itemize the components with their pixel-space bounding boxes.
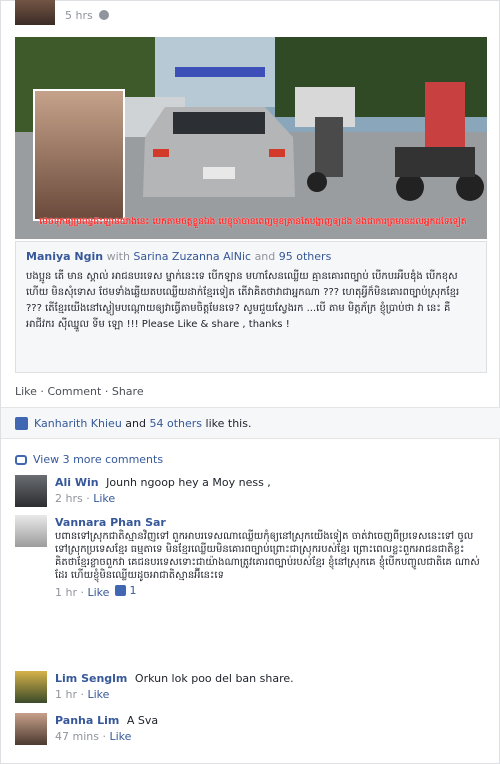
view-more-comments-link[interactable]: View 3 more comments <box>33 453 163 466</box>
comment-bubble-icon <box>15 454 27 465</box>
comment-item: Vannara Phan Sar បពានទៅស្រុកជាតិស្មានវិញ… <box>15 515 485 600</box>
comment-like-link[interactable]: Like <box>88 688 110 701</box>
and-text: and <box>254 250 276 263</box>
tagged-line: Maniya Ngin with Sarina Zuzanna AlNic an… <box>26 250 476 263</box>
comment-like-link[interactable]: Like <box>109 730 131 743</box>
post-caption: បងប្អូន តើ មាន ស្គាល់ អាជនបរទេស ម្នាក់នេ… <box>26 271 460 330</box>
author-avatar[interactable] <box>15 0 55 25</box>
comment-time[interactable]: 1 hr <box>55 688 77 701</box>
comment-text: Jounh ngoop hey a Moy ness , <box>106 476 271 489</box>
post-details: Maniya Ngin with Sarina Zuzanna AlNic an… <box>15 241 487 373</box>
globe-icon <box>98 10 109 20</box>
author-name-link[interactable]: Maniya Ngin <box>26 250 103 263</box>
photo-tagline: ម៉េចទុកឲ្យប្រពន្ធជិះឡានយ៉ាងនេះ បើកតាមចិត… <box>39 217 467 227</box>
commenter-avatar[interactable] <box>15 515 47 547</box>
likes-suffix: like this. <box>202 416 252 430</box>
comment-like-count-value: 1 <box>129 584 137 597</box>
comment-like-count[interactable]: 1 <box>115 583 136 598</box>
commenter-name[interactable]: Vannara Phan Sar <box>55 516 166 529</box>
commenter-avatar[interactable] <box>15 671 47 703</box>
like-link[interactable]: Like <box>15 385 37 398</box>
comment-text: A Sva <box>126 714 159 727</box>
comment-item: Ali Win Jounh ngoop hey a Moy ness , 2 h… <box>15 475 485 507</box>
thumbs-up-icon <box>115 585 127 596</box>
facebook-post: 5 hrs ម៉េចទុកឲ្យប្រពន្ធជិះឡានយ៉ាងនេះ បើក… <box>0 0 500 764</box>
commenter-avatar[interactable] <box>15 713 47 745</box>
thumbs-up-icon <box>15 416 28 430</box>
comment-link[interactable]: Comment <box>47 385 101 398</box>
action-separator: · <box>36 385 48 398</box>
comment-like-link[interactable]: Like <box>93 492 115 505</box>
comment-item: Lim Senglm Orkun lok poo del ban share. … <box>15 671 485 703</box>
post-header: 5 hrs <box>15 0 109 29</box>
post-actions: Like · Comment · Share <box>15 385 144 398</box>
comment-time[interactable]: 1 hr <box>55 586 77 599</box>
liker-name-link[interactable]: Kanharith Khieu <box>34 417 122 430</box>
comment-time[interactable]: 2 hrs <box>55 492 83 505</box>
post-timestamp[interactable]: 5 hrs <box>65 9 93 22</box>
commenter-name[interactable]: Ali Win <box>55 476 99 489</box>
commenter-avatar[interactable] <box>15 475 47 507</box>
action-separator: · <box>101 385 112 398</box>
commenter-name[interactable]: Panha Lim <box>55 714 119 727</box>
inset-portrait <box>33 89 125 221</box>
share-link[interactable]: Share <box>112 385 144 398</box>
post-photo[interactable]: ម៉េចទុកឲ្យប្រពន្ធជិះឡានយ៉ាងនេះ បើកតាមចិត… <box>15 37 487 239</box>
like-summary: Kanharith Khieu and 54 others like this. <box>1 407 500 439</box>
tagged-friend-link[interactable]: Sarina Zuzanna AlNic <box>133 250 251 263</box>
likes-and-text: and <box>121 416 150 430</box>
likes-others-link[interactable]: 54 others <box>150 417 203 430</box>
tagged-others-link[interactable]: 95 others <box>279 250 332 263</box>
comment-like-link[interactable]: Like <box>88 586 110 599</box>
comment-time[interactable]: 47 mins <box>55 730 99 743</box>
comment-text: Orkun lok poo del ban share. <box>134 672 294 685</box>
comment-text: បពានទៅស្រុកជាតិស្មានវិញទៅ ពួកអាបរទេសណាឈ្… <box>55 531 480 581</box>
commenter-name[interactable]: Lim Senglm <box>55 672 127 685</box>
comment-item: Panha Lim A Sva 47 mins · Like <box>15 713 485 745</box>
with-text: with <box>106 250 130 263</box>
view-more-comments[interactable]: View 3 more comments <box>15 453 163 466</box>
